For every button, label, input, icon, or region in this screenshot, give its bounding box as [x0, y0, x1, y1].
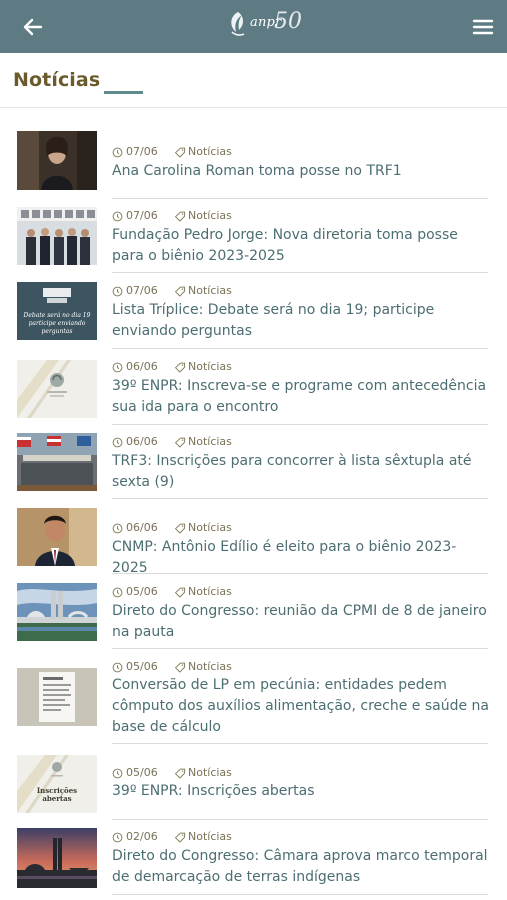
clock-icon: [112, 437, 123, 448]
news-headline[interactable]: Lista Tríplice: Debate será no dia 19; p…: [112, 300, 490, 342]
news-thumbnail: [17, 433, 97, 491]
thumbnail-caption: Debate será no dia 19 participe enviando…: [23, 312, 91, 335]
clock-icon: [112, 587, 123, 598]
news-item[interactable]: 02/06 Notícias Direto do Congresso: Câma…: [17, 828, 488, 896]
news-thumbnail: [17, 207, 97, 265]
news-headline[interactable]: TRF3: Inscrições para concorrer à lista …: [112, 451, 490, 493]
news-headline[interactable]: 39º ENPR: Inscrições abertas: [112, 781, 490, 802]
news-thumbnail: [17, 583, 97, 641]
tag-icon: [175, 523, 186, 534]
top-app-bar: anpr 50: [0, 0, 507, 53]
tag-icon: [175, 832, 186, 843]
news-divider: [112, 424, 488, 425]
leaf-logo-icon: [231, 12, 245, 36]
news-thumbnail: [17, 131, 97, 190]
page-title: Notícias: [13, 69, 101, 91]
tag-icon: [175, 662, 186, 673]
clock-icon: [112, 211, 123, 222]
tag-icon: [175, 286, 186, 297]
news-divider: [112, 198, 488, 199]
news-divider: [112, 272, 488, 273]
news-thumbnail: Debate será no dia 19 participe enviando…: [17, 282, 97, 340]
news-divider: [112, 743, 488, 744]
tag-icon: [175, 437, 186, 448]
news-headline[interactable]: 39º ENPR: Inscreva-se e programe com ant…: [112, 376, 490, 418]
clock-icon: [112, 362, 123, 373]
news-divider: [112, 648, 488, 649]
news-thumbnail: [17, 360, 97, 418]
tag-icon: [175, 768, 186, 779]
clock-icon: [112, 286, 123, 297]
thumbnail-caption: Inscrições abertas: [36, 786, 78, 803]
hamburger-menu-icon: [472, 19, 494, 35]
news-headline[interactable]: Fundação Pedro Jorge: Nova diretoria tom…: [112, 225, 490, 267]
news-item[interactable]: 05/06 Notícias Direto do Congresso: reun…: [17, 583, 488, 651]
news-divider: [112, 348, 488, 349]
tag-icon: [175, 211, 186, 222]
tag-icon: [175, 362, 186, 373]
news-headline[interactable]: Conversão de LP em pecúnia: entidades pe…: [112, 675, 490, 738]
arrow-left-icon: [23, 18, 43, 36]
news-headline[interactable]: Direto do Congresso: reunião da CPMI de …: [112, 601, 490, 643]
news-item[interactable]: Inscrições abertas 05/06 Notícias 39º EN…: [17, 753, 488, 821]
tag-icon: [175, 147, 186, 158]
news-thumbnail: Inscrições abertas: [17, 755, 97, 813]
news-item[interactable]: 06/06 Notícias TRF3: Inscrições para con…: [17, 433, 488, 501]
clock-icon: [112, 147, 123, 158]
news-item[interactable]: 07/06 Notícias Fundação Pedro Jorge: Nov…: [17, 207, 488, 275]
clock-icon: [112, 768, 123, 779]
news-headline[interactable]: Ana Carolina Roman toma posse no TRF1: [112, 161, 490, 182]
news-item[interactable]: 05/06 Notícias Conversão de LP em pecúni…: [17, 658, 490, 746]
logo-anniversary-number: 50: [274, 9, 302, 34]
news-item[interactable]: Debate será no dia 19 participe enviando…: [17, 282, 488, 350]
back-button[interactable]: [20, 14, 46, 40]
news-item[interactable]: 06/06 Notícias CNMP: Antônio Edílio é el…: [17, 508, 488, 576]
news-item[interactable]: 06/06 Notícias 39º ENPR: Inscreva-se e p…: [17, 358, 488, 426]
news-thumbnail: [17, 508, 97, 566]
news-thumbnail: [17, 668, 97, 726]
anpr-logo[interactable]: anpr 50: [224, 9, 302, 41]
clock-icon: [112, 523, 123, 534]
news-divider: [112, 819, 488, 820]
clock-icon: [112, 662, 123, 673]
clock-icon: [112, 832, 123, 843]
header-divider: [0, 107, 507, 108]
news-item[interactable]: 07/06 Notícias Ana Carolina Roman toma p…: [17, 131, 488, 199]
title-underline: [104, 91, 143, 94]
news-divider: [112, 894, 488, 895]
menu-button[interactable]: [470, 14, 496, 40]
news-headline[interactable]: Direto do Congresso: Câmara aprova marco…: [112, 846, 490, 888]
tag-icon: [175, 587, 186, 598]
news-divider: [112, 573, 488, 574]
news-divider: [112, 498, 488, 499]
news-thumbnail: [17, 828, 97, 888]
